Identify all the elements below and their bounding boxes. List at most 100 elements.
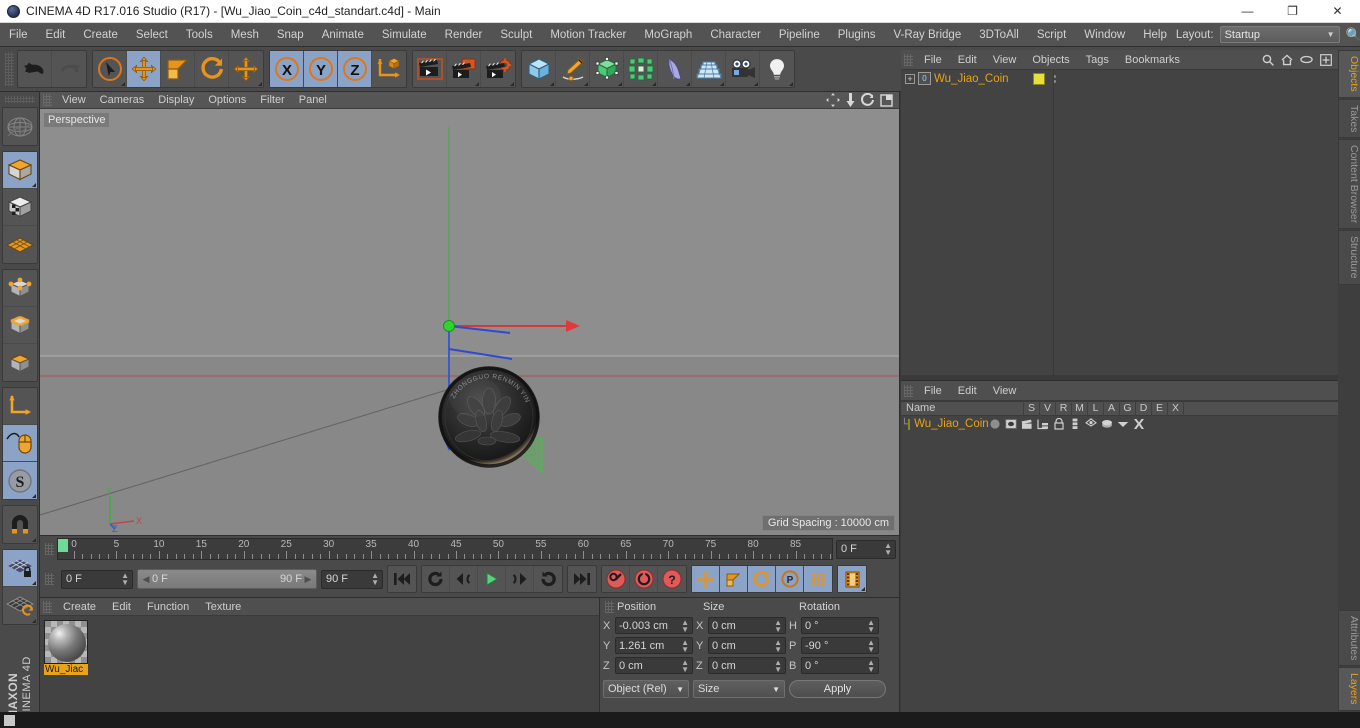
move-tool-icon[interactable] [127,51,161,87]
rotation-field[interactable]: 0 ° ▲ ▼ [801,617,879,634]
range-right-arrow-icon[interactable]: ▶ [302,574,314,585]
timeline-grip[interactable] [45,543,54,555]
spinner-icon[interactable]: ▲ ▼ [867,658,875,673]
menu-mesh[interactable]: Mesh [222,23,268,47]
material-list[interactable]: Wu_Jiac [40,616,599,712]
spinner-icon[interactable]: ▲ ▼ [774,658,782,673]
coordinates-grip[interactable] [605,601,614,613]
menu-render[interactable]: Render [436,23,492,47]
menu-select[interactable]: Select [127,23,177,47]
render-settings-icon[interactable] [481,51,515,87]
menu-snap[interactable]: Snap [268,23,313,47]
add-icon[interactable] [1320,53,1332,66]
right-tab-objects[interactable]: Objects [1338,50,1360,98]
spinner-icon[interactable]: ▲ ▼ [121,572,129,587]
timeline-ruler[interactable]: 0 5 10 15 20 25 30 35 40 45 50 55 60 65 70 75 80 85 90 [57,538,833,560]
menu-v-ray-bridge[interactable]: V-Ray Bridge [884,23,970,47]
menu-window[interactable]: Window [1075,23,1134,47]
layers-column-g[interactable]: G [1120,401,1136,416]
make-editable-icon[interactable] [3,108,37,145]
spinner-icon[interactable]: ▲ ▼ [371,572,379,587]
menu-mograph[interactable]: MoGraph [635,23,701,47]
material-tag-icon[interactable] [1032,72,1045,85]
manager-icon[interactable] [1037,418,1049,430]
model-mode-icon[interactable] [2,152,37,190]
add-light-icon[interactable] [760,51,794,87]
scale-tool-icon[interactable] [161,51,195,87]
close-button[interactable]: ✕ [1315,0,1360,23]
workplane-rotate-icon[interactable] [3,587,37,624]
right-tab-takes[interactable]: Takes [1338,98,1360,139]
expand-toggle-icon[interactable]: + [905,73,915,84]
keyframe-selection-button[interactable]: ? [658,566,686,592]
object-layer-badge[interactable]: 0 [918,72,931,85]
size-field[interactable]: 0 cm ▲ ▼ [708,617,786,634]
rotate-tool-icon[interactable] [195,51,229,87]
add-scene-object-icon[interactable] [692,51,726,87]
render-icon[interactable] [1021,418,1033,430]
live-selection-icon[interactable] [93,51,127,87]
play-reverse-loop-button[interactable] [422,566,450,592]
layers-menu-edit[interactable]: Edit [950,381,985,401]
search-menu-icon[interactable]: 🔍 [1346,27,1360,43]
viewport-canvas[interactable]: ZHONGGUO RENMIN YINHANG [40,109,899,535]
size-field[interactable]: 0 cm ▲ ▼ [708,657,786,674]
layers-column-r[interactable]: R [1056,401,1072,416]
object-menu-edit[interactable]: Edit [950,50,985,70]
layers-column-l[interactable]: L [1088,401,1104,416]
object-menu-objects[interactable]: Objects [1024,50,1077,70]
layer-name[interactable]: Wu_Jiao_Coin [914,418,989,430]
axis-x-lock-icon[interactable]: X [270,51,304,87]
right-tab-content-browser[interactable]: Content Browser [1338,139,1360,230]
start-frame-field[interactable]: 0 F ▲ ▼ [61,569,133,589]
apply-button[interactable]: Apply [789,680,886,698]
viewport-menu-view[interactable]: View [55,92,93,109]
spinner-icon[interactable]: ▲ ▼ [774,618,782,633]
material-item[interactable]: Wu_Jiac [44,620,88,675]
object-tree[interactable]: +0 Wu_Jiao_Coin [901,70,1338,375]
menu-tools[interactable]: Tools [177,23,222,47]
enable-axis-mode-icon[interactable] [2,425,37,463]
spinner-icon[interactable]: ▲ ▼ [681,618,689,633]
position-field[interactable]: 1.261 cm ▲ ▼ [615,637,693,654]
edges-mode-icon[interactable] [2,307,37,345]
snap-magnet-icon[interactable] [3,506,37,543]
add-generator-icon[interactable] [590,51,624,87]
right-tab-layers[interactable]: Layers [1338,667,1360,711]
layers-column-v[interactable]: V [1040,401,1056,416]
maximize-button[interactable]: ❐ [1270,0,1315,23]
maximize-view-icon[interactable] [880,93,893,107]
preview-range-bar[interactable]: ◀ 0 F 90 F ▶ [137,569,317,589]
texture-mode-icon[interactable] [2,189,37,227]
menu-simulate[interactable]: Simulate [373,23,436,47]
goto-start-button[interactable] [388,566,416,592]
leftbar-grip[interactable] [4,96,35,104]
menu-script[interactable]: Script [1028,23,1075,47]
menu-create[interactable]: Create [74,23,127,47]
add-modeling-object-icon[interactable] [624,51,658,87]
world-object-coord-icon[interactable] [372,51,406,87]
home-icon[interactable] [1281,53,1293,66]
generators-icon[interactable] [1084,418,1097,430]
object-menu-view[interactable]: View [985,50,1025,70]
move-axis-icon[interactable] [229,51,263,87]
layers-column-name[interactable]: Name [901,401,1024,416]
object-row[interactable]: +0 Wu_Jiao_Coin [901,70,1338,87]
minimize-button[interactable]: — [1225,0,1270,23]
menu-motion-tracker[interactable]: Motion Tracker [541,23,635,47]
layers-list[interactable]: └ Wu_Jiao_Coin [901,416,1338,712]
viewport-menu-display[interactable]: Display [151,92,201,109]
redo-icon[interactable] [52,51,86,87]
taskbar-app-icon[interactable] [4,714,15,726]
menu-plugins[interactable]: Plugins [829,23,885,47]
menu-character[interactable]: Character [701,23,770,47]
animation-icon[interactable] [1069,418,1081,430]
position-field[interactable]: 0 cm ▲ ▼ [615,657,693,674]
end-frame-field[interactable]: 90 F ▲ ▼ [321,569,383,589]
scale-key-toggle[interactable] [720,566,748,592]
add-spline-icon[interactable] [556,51,590,87]
material-manager-grip[interactable] [43,600,52,613]
position-field[interactable]: -0.003 cm ▲ ▼ [615,617,693,634]
deformers-icon[interactable] [1101,418,1113,430]
animation-layers-button[interactable] [838,566,866,592]
